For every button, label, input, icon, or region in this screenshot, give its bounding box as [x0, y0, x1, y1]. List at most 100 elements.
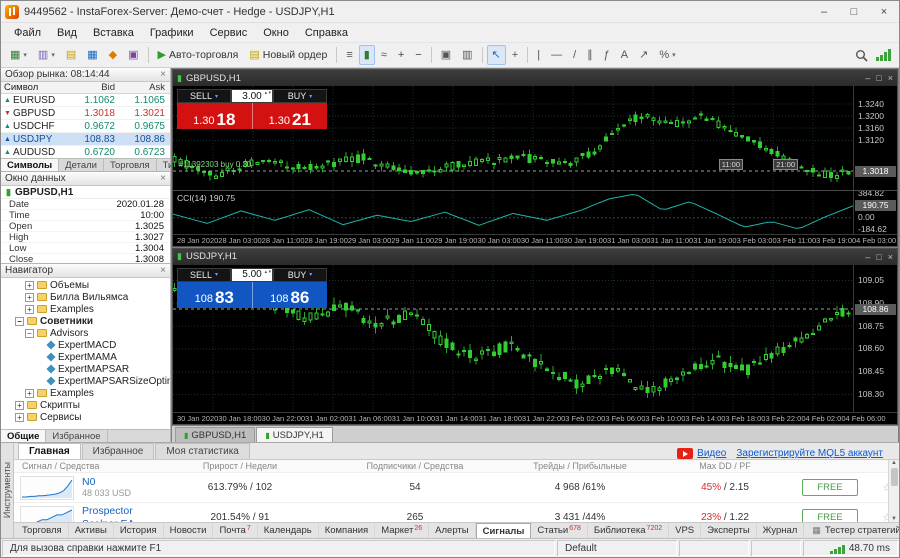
zoom-out-button[interactable]: −	[410, 45, 426, 65]
autotrade-button[interactable]: ▶Авто-торговля	[153, 45, 244, 65]
collapse-icon[interactable]: −	[15, 317, 24, 326]
signals-column-header[interactable]: Прирост / Недели	[145, 461, 335, 471]
navigator-tab-2[interactable]: Избранное	[46, 430, 107, 442]
window-maximize-button[interactable]: □	[839, 1, 869, 22]
cursor-button[interactable]: ↖	[487, 45, 506, 65]
chart-close-button[interactable]: ×	[888, 252, 893, 262]
crosshair-button[interactable]: +	[507, 45, 523, 65]
collapse-icon[interactable]: −	[25, 329, 34, 338]
horizontal-line-button[interactable]: —	[546, 45, 567, 65]
profiles-button[interactable]: ▥▾	[33, 45, 60, 65]
toolbox-tab-календарь[interactable]: Календарь	[258, 523, 319, 538]
volume-spinner-icon[interactable]: ▴ ▾	[265, 90, 271, 96]
navigator-item--[interactable]: +Билла Вильямса	[1, 291, 170, 303]
toolbox-tab-активы[interactable]: Активы	[69, 523, 114, 538]
chart-title-bar[interactable]: ▮ USDJPY,H1 ‒ □ ×	[173, 249, 897, 265]
market-watch-column-header[interactable]: Ask	[120, 82, 170, 93]
navigator-item--[interactable]: +Скрипты	[1, 399, 170, 411]
toolbox-tab-новости[interactable]: Новости	[164, 523, 214, 538]
chart-maximize-button[interactable]: □	[876, 73, 881, 83]
market-watch-row-GBPUSD[interactable]: ▼GBPUSD1.30181.3021	[1, 107, 170, 120]
navigator-item--[interactable]: −Советники	[1, 315, 170, 327]
menu-Окно[interactable]: Окно	[256, 26, 296, 40]
chart-close-button[interactable]: ×	[888, 73, 893, 83]
market-watch-row-USDJPY[interactable]: ▲USDJPY108.83108.86	[1, 133, 170, 146]
signals-tab-3[interactable]: Моя статистика	[155, 443, 250, 459]
market-watch-tab-3[interactable]: Торговля	[104, 159, 157, 171]
chart-tab-gbpusd-h1[interactable]: ▮GBPUSD,H1	[175, 427, 255, 442]
menu-Вставка[interactable]: Вставка	[86, 26, 141, 40]
close-icon[interactable]: ×	[160, 174, 166, 184]
navigator-item-advisors[interactable]: −Advisors	[1, 327, 170, 339]
chart-minimize-button[interactable]: ‒	[865, 73, 870, 83]
zoom-in-button[interactable]: +	[393, 45, 409, 65]
signals-tab-2[interactable]: Избранное	[82, 443, 155, 459]
status-profile[interactable]: Default	[557, 540, 677, 556]
search-icon[interactable]	[855, 49, 868, 62]
toolbox-tab-компания[interactable]: Компания	[319, 523, 375, 538]
sell-dropdown[interactable]: SELL▾	[177, 268, 231, 282]
chart-minimize-button[interactable]: ‒	[865, 252, 870, 262]
expand-icon[interactable]: +	[25, 389, 34, 398]
signal-name-link[interactable]: N0	[82, 476, 131, 489]
arrows-tool-button[interactable]: ↗	[634, 45, 653, 65]
market-watch-toggle-button[interactable]: ▤	[61, 45, 81, 65]
scroll-down-icon[interactable]: ▼	[891, 516, 897, 522]
expand-icon[interactable]: +	[15, 413, 24, 422]
expand-icon[interactable]: +	[25, 293, 34, 302]
signal-row[interactable]: Prospector Scalper EA201.54% / 912653 43…	[14, 503, 899, 522]
scroll-up-icon[interactable]: ▲	[891, 460, 897, 466]
fibonacci-button[interactable]: ƒ	[599, 45, 615, 65]
tile-windows-button[interactable]: ▣	[436, 45, 456, 65]
buy-dropdown[interactable]: BUY▾	[273, 89, 327, 103]
menu-Справка[interactable]: Справка	[298, 26, 355, 40]
chart-maximize-button[interactable]: □	[876, 252, 881, 262]
expand-icon[interactable]: +	[15, 401, 24, 410]
toolbox-tab-библиотека[interactable]: Библиотека7202	[588, 523, 669, 538]
navigator-item--[interactable]: +Объемы	[1, 279, 170, 291]
buy-button[interactable]: 1.3021	[253, 103, 328, 129]
text-tool-button[interactable]: A	[616, 45, 633, 65]
toolbox-tab-торговля[interactable]: Торговля	[16, 523, 69, 538]
market-watch-row-USDCHF[interactable]: ▲USDCHF0.96720.9675	[1, 120, 170, 133]
signals-column-header[interactable]: Трейды / Прибыльные	[495, 461, 665, 471]
vertical-line-button[interactable]: |	[532, 45, 545, 65]
menu-Графики[interactable]: Графики	[143, 26, 201, 40]
sell-button[interactable]: 1.3018	[177, 103, 253, 129]
toolbox-tab-журнал[interactable]: Журнал	[757, 523, 805, 538]
channel-button[interactable]: ∥	[582, 45, 598, 65]
volume-input[interactable]: 3.00▴ ▾	[231, 89, 273, 103]
navigator-item-expertmacd[interactable]: ExpertMACD	[1, 339, 170, 351]
tile-horizontal-button[interactable]: ▥	[457, 45, 477, 65]
signals-scrollbar[interactable]: ▲ ▼	[888, 460, 899, 522]
zoom-percent-button[interactable]: %▾	[654, 45, 680, 65]
free-button[interactable]: FREE	[802, 509, 857, 522]
volume-spinner-icon[interactable]: ▴ ▾	[265, 269, 271, 275]
market-watch-column-header[interactable]: Bid	[70, 82, 120, 93]
market-watch-column-header[interactable]: Символ	[1, 82, 70, 93]
volume-input[interactable]: 5.00▴ ▾	[231, 268, 273, 282]
cci-indicator-pane[interactable]: CCI(14) 190.75	[173, 191, 853, 234]
toolbox-tab-сигналы[interactable]: Сигналы	[476, 523, 532, 538]
navigator-item-expertmapsarsizeoptim-[interactable]: ExpertMAPSARSizeOptim...	[1, 375, 170, 387]
candles-chart-button[interactable]: ▮	[359, 45, 375, 65]
free-button[interactable]: FREE	[802, 479, 857, 496]
status-connection[interactable]: 48.70 ms	[803, 540, 898, 556]
scrollbar-thumb[interactable]	[891, 468, 898, 486]
market-watch-row-AUDUSD[interactable]: ▲AUDUSD0.67200.6723	[1, 146, 170, 158]
navigator-item-expertmapsar[interactable]: ExpertMAPSAR	[1, 363, 170, 375]
register-mql5-link[interactable]: Зарегистрируйте MQL5 аккаунт	[736, 448, 883, 459]
toolbox-tab-почта[interactable]: Почта7	[213, 523, 257, 538]
expand-icon[interactable]: +	[25, 281, 34, 290]
gbpusd-candle-chart[interactable]: SELL▾3.00▴ ▾BUY▾1.30181.3021#11392303 bu…	[173, 86, 853, 190]
menu-Файл[interactable]: Файл	[7, 26, 48, 40]
navigator-item-expertmama[interactable]: ExpertMAMA	[1, 351, 170, 363]
chart-tab-usdjpy-h1[interactable]: ▮USDJPY,H1	[256, 427, 332, 442]
signals-column-header[interactable]: Max DD / PF	[665, 461, 785, 471]
window-close-button[interactable]: ×	[869, 1, 899, 22]
chart-title-bar[interactable]: ▮ GBPUSD,H1 ‒ □ ×	[173, 70, 897, 86]
toolbox-tab-маркет[interactable]: Маркет26	[375, 523, 429, 538]
signal-name-link[interactable]: Prospector Scalper EA	[82, 505, 145, 522]
strategy-tester-button[interactable]: ▦Тестер стратегий	[804, 525, 899, 536]
menu-Сервис[interactable]: Сервис	[203, 26, 255, 40]
